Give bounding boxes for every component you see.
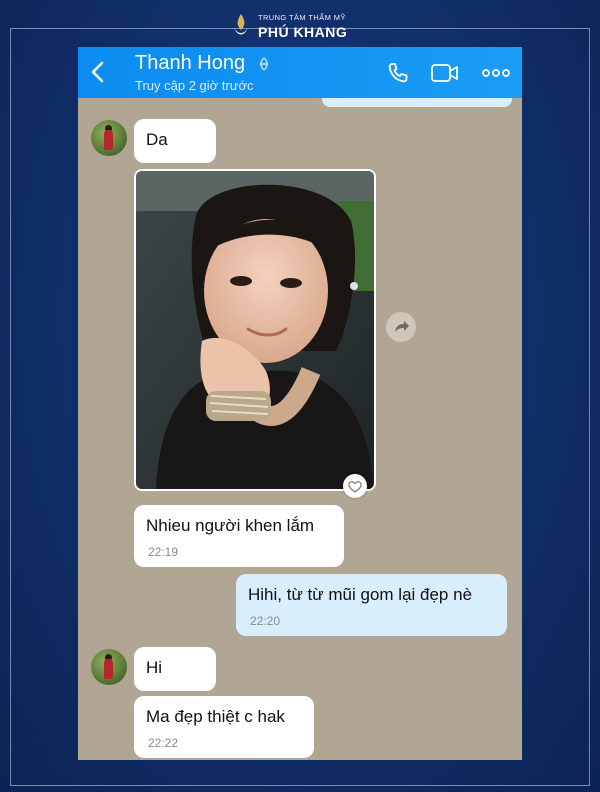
selfie-photo-image (136, 171, 374, 489)
message-bubble-incoming[interactable]: Hi (134, 647, 216, 691)
share-button[interactable] (386, 312, 416, 342)
contact-name[interactable]: Thanh Hong (135, 52, 245, 75)
message-time: 22:19 (148, 545, 179, 559)
chat-screen: Thanh Hong Truy cập 2 giờ trước Da Nhieu… (78, 47, 522, 760)
bio-icon (260, 57, 268, 71)
message-text: Ma đẹp thiệt c hak (146, 707, 285, 726)
contact-avatar[interactable] (91, 120, 127, 156)
message-time: 22:20 (250, 614, 281, 628)
message-text: Da (146, 130, 168, 149)
brand-header: TRUNG TÂM THẨM MỸ PHÚ KHANG (0, 6, 600, 40)
share-arrow-icon (395, 321, 409, 332)
message-bubble-outgoing[interactable]: Hihi, từ từ mũi gom lại đẹp nè 22:20 (236, 574, 507, 636)
phone-icon[interactable] (386, 61, 410, 85)
heart-icon (348, 481, 362, 493)
back-arrow-icon[interactable] (90, 61, 106, 83)
message-text: Hi (146, 658, 163, 677)
brand-name: PHÚ KHANG (258, 24, 348, 40)
message-bubble-incoming[interactable]: Da (134, 119, 216, 163)
message-time: 22:22 (148, 736, 179, 750)
contact-avatar[interactable] (91, 649, 127, 685)
chat-header: Thanh Hong Truy cập 2 giờ trước (78, 47, 522, 98)
message-bubble-incoming[interactable]: Nhieu người khen lắm 22:19 (134, 505, 344, 567)
message-text: Hihi, từ từ mũi gom lại đẹp nè (248, 585, 473, 604)
message-text: Nhieu người khen lắm (146, 516, 315, 535)
video-call-icon[interactable] (430, 61, 460, 85)
message-bubble-incoming[interactable]: Ma đẹp thiệt c hak 22:22 (134, 696, 314, 758)
shared-photo[interactable] (134, 169, 376, 491)
brand-logo-icon (234, 14, 248, 35)
like-button[interactable] (343, 474, 367, 498)
last-seen-status: Truy cập 2 giờ trước (135, 78, 254, 93)
brand-tagline: TRUNG TÂM THẨM MỸ (258, 13, 346, 22)
more-icon[interactable] (481, 61, 511, 85)
